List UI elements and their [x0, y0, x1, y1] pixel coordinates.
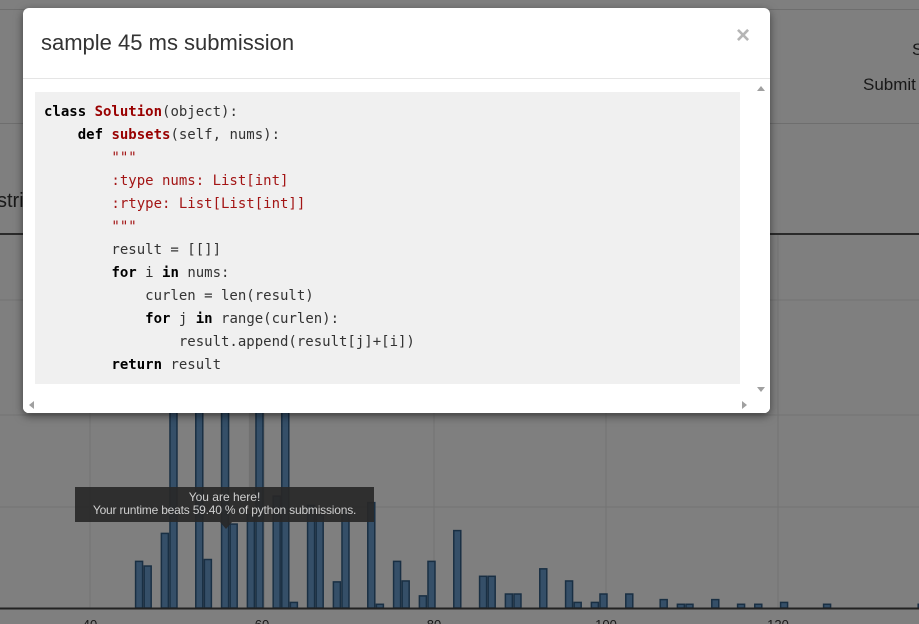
scroll-right-icon[interactable] — [742, 401, 747, 409]
code-token: result = [[]] — [44, 242, 222, 258]
code-line: """ — [44, 150, 137, 166]
code-line: result.append(result[j]+[i]) — [44, 334, 415, 350]
code-token: for — [111, 265, 137, 281]
code-token: for — [145, 311, 171, 327]
code-line: """ — [44, 219, 137, 235]
close-button[interactable]: × — [736, 24, 750, 48]
submission-modal: sample 45 ms submission × class Solution… — [23, 8, 770, 413]
modal-title: sample 45 ms submission — [41, 30, 295, 55]
code-line: :rtype: List[List[int]] — [44, 196, 305, 212]
code-token: (object): — [162, 104, 238, 120]
code-line: curlen = len(result) — [44, 288, 314, 304]
code-line: for j in range(curlen): — [44, 311, 339, 327]
code-token: """ — [44, 150, 137, 166]
code-token: (self, nums): — [170, 127, 281, 143]
code-token: j — [170, 311, 196, 327]
scroll-up-icon[interactable] — [757, 86, 765, 91]
code-token: class — [44, 104, 95, 120]
code-token: curlen = len(result) — [44, 288, 314, 304]
code-token: subsets — [111, 127, 171, 143]
code-block: class Solution(object): def subsets(self… — [35, 92, 740, 384]
code-token: i — [136, 265, 163, 281]
horizontal-scrollbar[interactable] — [23, 398, 753, 413]
code-line: :type nums: List[int] — [44, 173, 288, 189]
code-token: :rtype: List[List[int]] — [44, 196, 306, 212]
runtime-tooltip: You are here! Your runtime beats 59.40 %… — [75, 487, 374, 522]
code-token: result — [162, 357, 222, 373]
vertical-scrollbar[interactable] — [753, 80, 770, 398]
scroll-down-icon[interactable] — [757, 387, 765, 392]
code-token: Solution — [94, 104, 163, 120]
code-line: return result — [44, 357, 221, 373]
modal-header: sample 45 ms submission × — [23, 8, 770, 79]
code-token: in — [195, 311, 213, 327]
scroll-left-icon[interactable] — [29, 401, 34, 409]
code-token: def — [77, 127, 112, 143]
code-token: in — [162, 265, 179, 281]
code-line: class Solution(object): — [44, 104, 238, 120]
tooltip-message: Your runtime beats 59.40 % of python sub… — [92, 503, 357, 517]
code-scroll-area[interactable]: class Solution(object): def subsets(self… — [23, 80, 753, 398]
code-token: return — [111, 357, 163, 373]
code-token: result.append(result[j]+[i]) — [44, 334, 415, 350]
code-line: for i in nums: — [44, 265, 229, 281]
code-line: def subsets(self, nums): — [44, 127, 280, 143]
tooltip-arrow — [220, 522, 232, 529]
code-token: range(curlen): — [212, 311, 340, 327]
scrollbar-corner — [753, 398, 770, 413]
code-token: nums: — [178, 265, 230, 281]
code-token: """ — [44, 219, 137, 235]
code-token: :type nums: List[int] — [44, 173, 289, 189]
modal-body: class Solution(object): def subsets(self… — [23, 80, 770, 413]
code-line: result = [[]] — [44, 242, 221, 258]
